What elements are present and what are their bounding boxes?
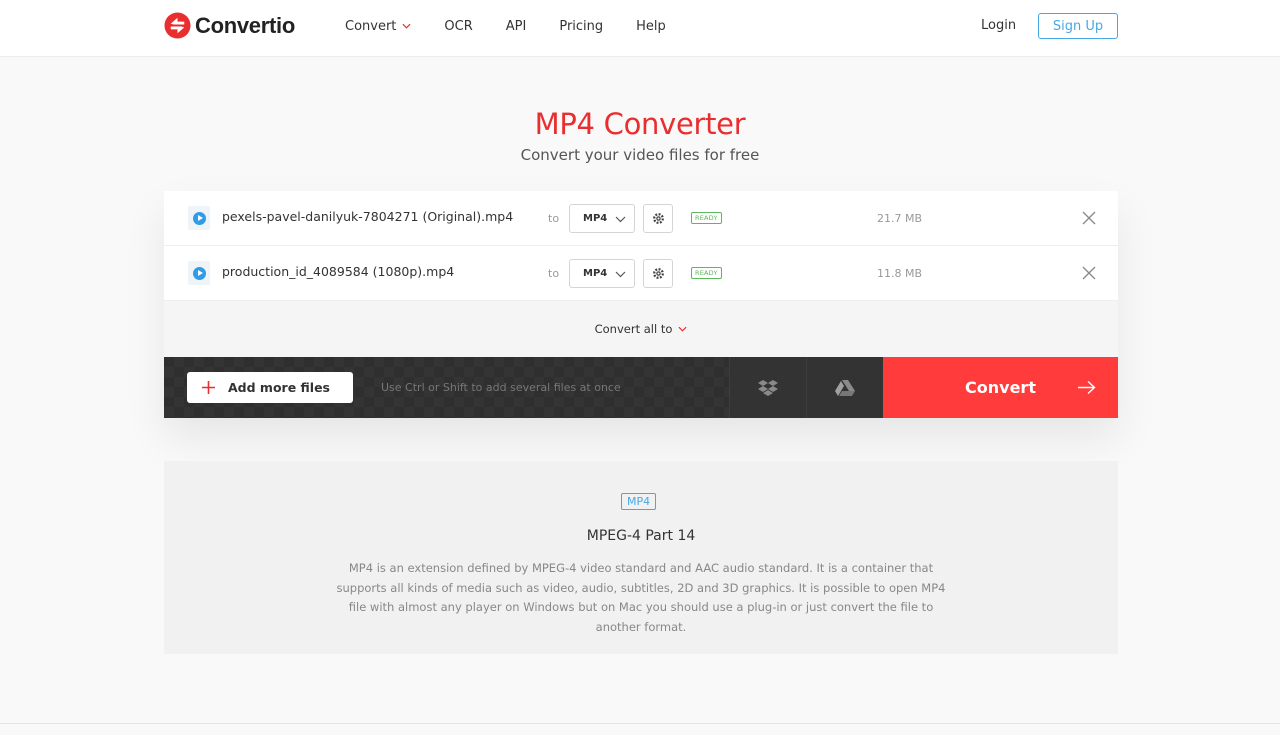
nav-item-pricing[interactable]: Pricing	[559, 19, 603, 34]
convert-button-label: Convert	[965, 378, 1036, 397]
convertio-logo-icon	[164, 12, 191, 39]
page-subtitle: Convert your video files for free	[520, 146, 760, 164]
dropbox-button[interactable]	[729, 357, 806, 418]
settings-button[interactable]	[643, 204, 673, 233]
file-row: pexels-pavel-danilyuk-7804271 (Original)…	[164, 191, 1118, 246]
add-more-files-button[interactable]: Add more files	[187, 372, 353, 403]
gear-icon	[652, 268, 664, 279]
add-more-files-label: Add more files	[228, 380, 330, 395]
play-icon[interactable]	[188, 206, 210, 230]
main-nav: Convert OCR API Pricing Help	[345, 0, 666, 52]
format-badge[interactable]: MP4	[621, 493, 657, 510]
format-description: MP4 is an extension defined by MPEG-4 vi…	[336, 561, 946, 634]
to-label: to	[548, 267, 560, 280]
logo[interactable]: Convertio	[164, 12, 295, 39]
format-select[interactable]: MP4	[569, 259, 635, 288]
google-drive-button[interactable]	[806, 357, 883, 418]
signup-button[interactable]: Sign Up	[1038, 13, 1118, 39]
dropbox-icon	[758, 379, 778, 396]
page-title: MP4 Converter	[534, 107, 746, 141]
settings-button[interactable]	[643, 259, 673, 288]
format-info-panel: MP4 MPEG-4 Part 14 MP4 is an extension d…	[164, 461, 1118, 654]
status-badge: READY	[691, 212, 722, 224]
close-icon[interactable]	[1082, 266, 1096, 280]
chevron-down-icon	[678, 326, 687, 332]
nav-item-label: API	[505, 18, 527, 34]
format-value: MP4	[583, 268, 608, 279]
play-icon[interactable]	[188, 261, 210, 285]
format-title: MPEG-4 Part 14	[586, 528, 696, 544]
nav-item-label: Convert	[345, 18, 397, 34]
file-size: 11.8 MB	[877, 267, 923, 280]
nav-item-help[interactable]: Help	[636, 19, 666, 34]
format-select[interactable]: MP4	[569, 204, 635, 233]
convert-all-dropdown[interactable]: Convert all to	[164, 301, 1118, 357]
chevron-down-icon	[402, 23, 411, 29]
multi-select-hint: Use Ctrl or Shift to add several files a…	[381, 381, 621, 394]
nav-item-label: OCR	[444, 18, 473, 34]
nav-item-convert[interactable]: Convert	[345, 19, 411, 34]
file-size: 21.7 MB	[877, 212, 923, 225]
nav-item-ocr[interactable]: OCR	[444, 19, 472, 34]
login-link[interactable]: Login	[981, 18, 1016, 33]
converter-card: pexels-pavel-danilyuk-7804271 (Original)…	[164, 191, 1118, 418]
plus-icon	[202, 381, 215, 394]
status-badge: READY	[691, 267, 722, 279]
file-row: production_id_4089584 (1080p).mp4 to MP4…	[164, 246, 1118, 301]
close-icon[interactable]	[1082, 211, 1096, 225]
nav-item-api[interactable]: API	[506, 19, 527, 34]
google-drive-icon	[835, 379, 855, 396]
file-name: pexels-pavel-danilyuk-7804271 (Original)…	[222, 209, 514, 224]
format-value: MP4	[583, 213, 608, 224]
chevron-down-icon	[615, 271, 626, 278]
gear-icon	[652, 213, 664, 224]
file-name: production_id_4089584 (1080p).mp4	[222, 264, 455, 279]
chevron-down-icon	[615, 216, 626, 223]
footer-divider	[0, 723, 1280, 724]
brand-name: Convertio	[195, 12, 295, 38]
nav-item-label: Pricing	[559, 18, 604, 34]
convert-all-label: Convert all to	[594, 322, 673, 336]
arrow-right-icon	[1078, 380, 1096, 395]
top-header: Convertio Convert OCR API Pricing Help L…	[0, 0, 1280, 57]
upload-toolbar: Add more files Use Ctrl or Shift to add …	[164, 357, 1118, 418]
nav-item-label: Help	[636, 18, 666, 34]
to-label: to	[548, 212, 560, 225]
convert-button[interactable]: Convert	[883, 357, 1118, 418]
